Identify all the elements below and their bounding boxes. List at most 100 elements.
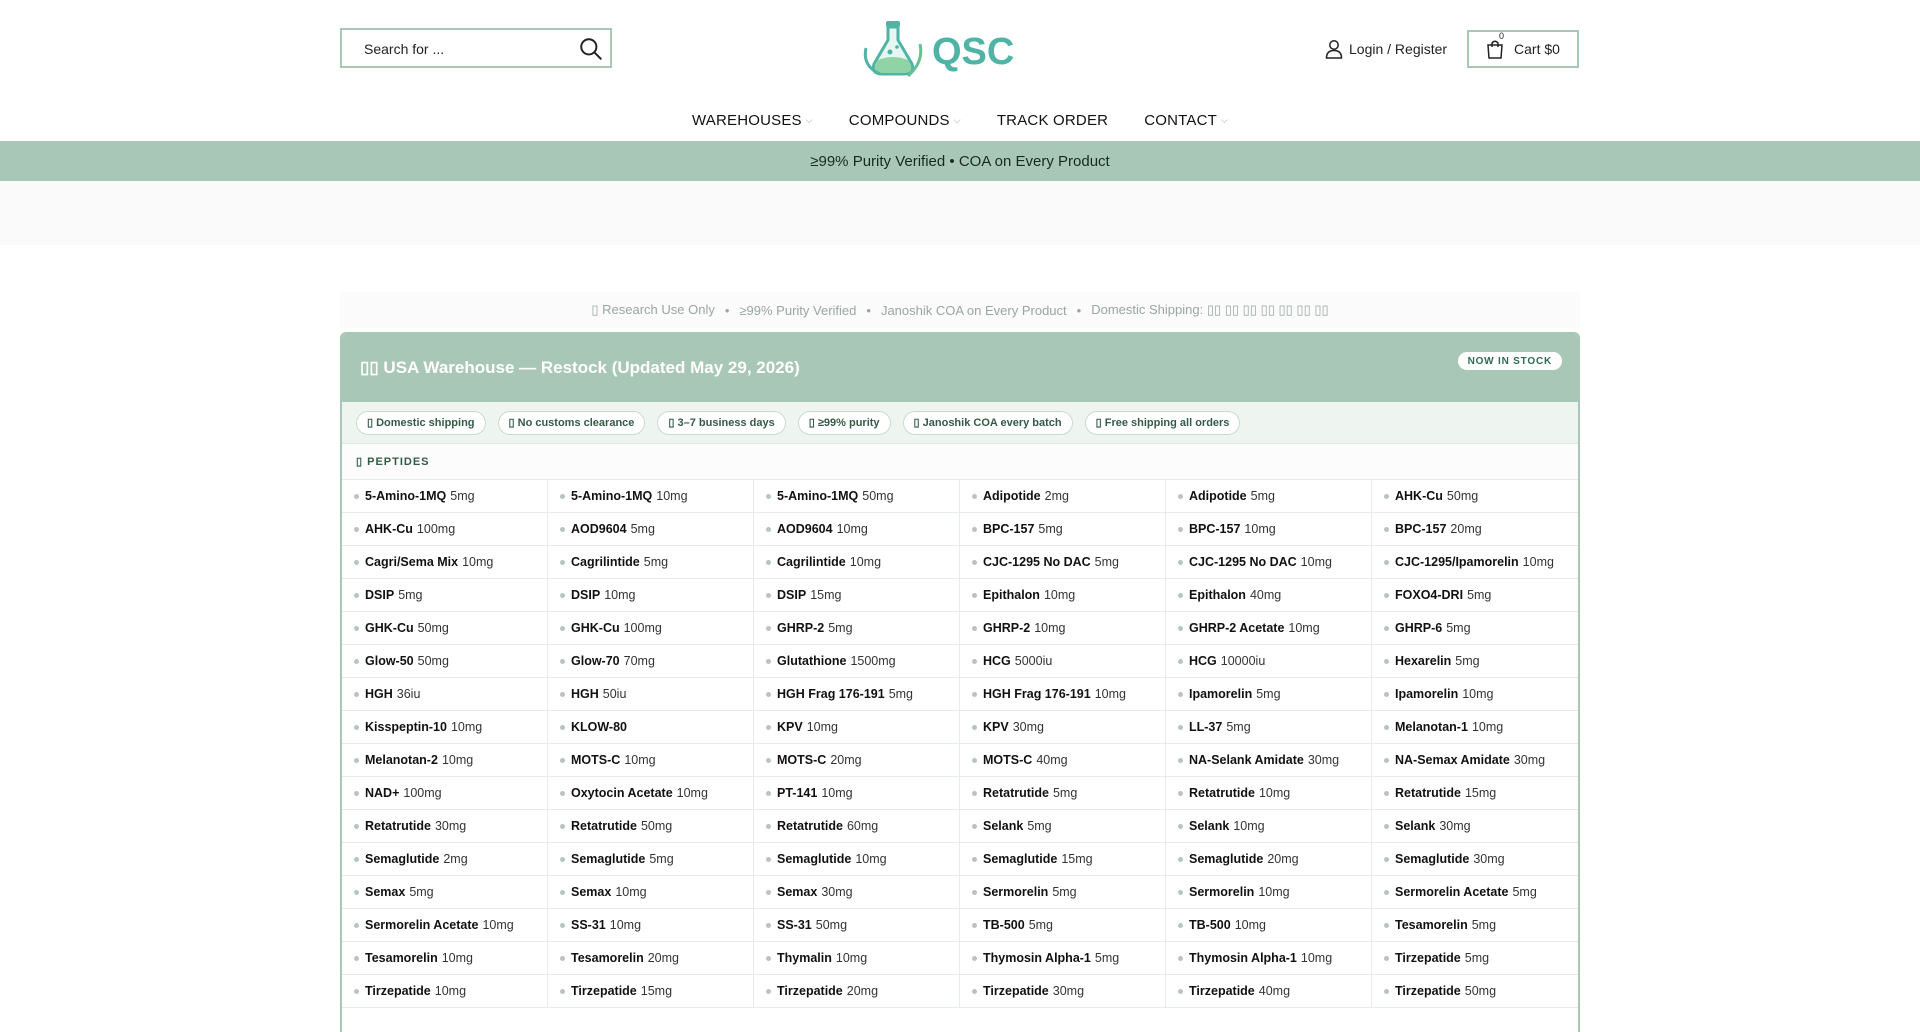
product-item[interactable]: HGH Frag 176-191 5mg — [754, 678, 960, 711]
product-item[interactable]: NA-Selank Amidate 30mg — [1166, 744, 1372, 777]
product-item[interactable]: CJC-1295 No DAC 5mg — [960, 546, 1166, 579]
product-item[interactable]: Ipamorelin 10mg — [1372, 678, 1578, 711]
login-register-link[interactable]: Login / Register — [1325, 38, 1447, 60]
product-item[interactable]: Sermorelin 5mg — [960, 876, 1166, 909]
product-item[interactable]: Tirzepatide 5mg — [1372, 942, 1578, 975]
product-item[interactable]: Retatrutide 50mg — [548, 810, 754, 843]
product-item[interactable]: NA-Semax Amidate 30mg — [1372, 744, 1578, 777]
product-item[interactable]: Glutathione 1500mg — [754, 645, 960, 678]
nav-compounds[interactable]: COMPOUNDS ⌵ — [849, 108, 961, 132]
product-item[interactable]: GHRP-6 5mg — [1372, 612, 1578, 645]
product-item[interactable]: DSIP 15mg — [754, 579, 960, 612]
product-item[interactable]: KPV 30mg — [960, 711, 1166, 744]
product-item[interactable]: KPV 10mg — [754, 711, 960, 744]
product-item[interactable]: Retatrutide 15mg — [1372, 777, 1578, 810]
product-item[interactable]: Tirzepatide 10mg — [342, 975, 548, 1008]
product-item[interactable]: MOTS-C 10mg — [548, 744, 754, 777]
product-item[interactable]: Glow-70 70mg — [548, 645, 754, 678]
product-item[interactable]: Epithalon 10mg — [960, 579, 1166, 612]
product-item[interactable]: Tesamorelin 10mg — [342, 942, 548, 975]
product-item[interactable]: Retatrutide 5mg — [960, 777, 1166, 810]
product-item[interactable]: Tirzepatide 20mg — [754, 975, 960, 1008]
product-item[interactable]: 5-Amino-1MQ 5mg — [342, 480, 548, 513]
product-item[interactable]: HGH Frag 176-191 10mg — [960, 678, 1166, 711]
product-item[interactable]: Tesamorelin 20mg — [548, 942, 754, 975]
product-item[interactable]: Tirzepatide 30mg — [960, 975, 1166, 1008]
product-item[interactable]: AOD9604 10mg — [754, 513, 960, 546]
product-item[interactable]: Semaglutide 5mg — [548, 843, 754, 876]
product-item[interactable]: Semaglutide 20mg — [1166, 843, 1372, 876]
product-item[interactable]: Semax 30mg — [754, 876, 960, 909]
product-item[interactable]: Ipamorelin 5mg — [1166, 678, 1372, 711]
search-icon[interactable] — [578, 36, 604, 62]
product-item[interactable]: GHK-Cu 50mg — [342, 612, 548, 645]
product-item[interactable]: Cagri/Sema Mix 10mg — [342, 546, 548, 579]
product-item[interactable]: BPC-157 10mg — [1166, 513, 1372, 546]
product-item[interactable]: Selank 5mg — [960, 810, 1166, 843]
product-item[interactable]: BPC-157 5mg — [960, 513, 1166, 546]
product-item[interactable]: Semaglutide 30mg — [1372, 843, 1578, 876]
product-item[interactable]: Cagrilintide 10mg — [754, 546, 960, 579]
product-item[interactable]: Tesamorelin 5mg — [1372, 909, 1578, 942]
product-item[interactable]: Cagrilintide 5mg — [548, 546, 754, 579]
product-item[interactable]: Thymalin 10mg — [754, 942, 960, 975]
nav-track-order[interactable]: TRACK ORDER — [997, 108, 1108, 132]
product-item[interactable]: AOD9604 5mg — [548, 513, 754, 546]
site-logo[interactable]: QSC — [860, 18, 1060, 80]
product-item[interactable]: HCG 5000iu — [960, 645, 1166, 678]
product-item[interactable]: HGH 36iu — [342, 678, 548, 711]
product-item[interactable]: Melanotan-1 10mg — [1372, 711, 1578, 744]
product-item[interactable]: Selank 10mg — [1166, 810, 1372, 843]
product-item[interactable]: Semaglutide 2mg — [342, 843, 548, 876]
product-item[interactable]: SS-31 50mg — [754, 909, 960, 942]
product-item[interactable]: Glow-50 50mg — [342, 645, 548, 678]
product-item[interactable]: GHRP-2 5mg — [754, 612, 960, 645]
product-item[interactable]: Retatrutide 60mg — [754, 810, 960, 843]
product-item[interactable]: Oxytocin Acetate 10mg — [548, 777, 754, 810]
product-item[interactable]: Sermorelin Acetate 10mg — [342, 909, 548, 942]
product-item[interactable]: DSIP 10mg — [548, 579, 754, 612]
product-item[interactable]: PT-141 10mg — [754, 777, 960, 810]
product-item[interactable]: LL-37 5mg — [1166, 711, 1372, 744]
product-item[interactable]: Epithalon 40mg — [1166, 579, 1372, 612]
product-item[interactable]: CJC-1295/Ipamorelin 10mg — [1372, 546, 1578, 579]
product-item[interactable]: Semax 10mg — [548, 876, 754, 909]
product-item[interactable]: GHRP-2 10mg — [960, 612, 1166, 645]
product-item[interactable]: MOTS-C 20mg — [754, 744, 960, 777]
product-item[interactable]: Semaglutide 10mg — [754, 843, 960, 876]
product-item[interactable]: AHK-Cu 100mg — [342, 513, 548, 546]
product-item[interactable]: Adipotide 2mg — [960, 480, 1166, 513]
product-item[interactable]: 5-Amino-1MQ 50mg — [754, 480, 960, 513]
product-item[interactable]: GHRP-2 Acetate 10mg — [1166, 612, 1372, 645]
product-item[interactable]: HGH 50iu — [548, 678, 754, 711]
product-item[interactable]: Thymosin Alpha-1 10mg — [1166, 942, 1372, 975]
product-item[interactable]: Tirzepatide 50mg — [1372, 975, 1578, 1008]
product-item[interactable]: Thymosin Alpha-1 5mg — [960, 942, 1166, 975]
product-item[interactable]: Hexarelin 5mg — [1372, 645, 1578, 678]
product-item[interactable]: SS-31 10mg — [548, 909, 754, 942]
product-item[interactable]: TB-500 5mg — [960, 909, 1166, 942]
product-item[interactable]: Tirzepatide 40mg — [1166, 975, 1372, 1008]
search-input[interactable] — [362, 30, 566, 68]
search-box[interactable] — [340, 28, 612, 68]
product-item[interactable]: Melanotan-2 10mg — [342, 744, 548, 777]
nav-warehouses[interactable]: WAREHOUSES ⌵ — [692, 108, 813, 132]
product-item[interactable]: DSIP 5mg — [342, 579, 548, 612]
product-item[interactable]: TB-500 10mg — [1166, 909, 1372, 942]
product-item[interactable]: AHK-Cu 50mg — [1372, 480, 1578, 513]
product-item[interactable]: Selank 30mg — [1372, 810, 1578, 843]
product-item[interactable]: CJC-1295 No DAC 10mg — [1166, 546, 1372, 579]
product-item[interactable]: HCG 10000iu — [1166, 645, 1372, 678]
product-item[interactable]: GHK-Cu 100mg — [548, 612, 754, 645]
product-item[interactable]: Tirzepatide 15mg — [548, 975, 754, 1008]
product-item[interactable]: FOXO4-DRI 5mg — [1372, 579, 1578, 612]
product-item[interactable]: BPC-157 20mg — [1372, 513, 1578, 546]
product-item[interactable]: KLOW-80 — [548, 711, 754, 744]
cart-button[interactable]: 0 Cart $0 — [1467, 30, 1579, 68]
product-item[interactable]: Semax 5mg — [342, 876, 548, 909]
product-item[interactable]: Retatrutide 30mg — [342, 810, 548, 843]
product-item[interactable]: Adipotide 5mg — [1166, 480, 1372, 513]
product-item[interactable]: Retatrutide 10mg — [1166, 777, 1372, 810]
nav-contact[interactable]: CONTACT ⌵ — [1144, 108, 1228, 132]
product-item[interactable]: 5-Amino-1MQ 10mg — [548, 480, 754, 513]
